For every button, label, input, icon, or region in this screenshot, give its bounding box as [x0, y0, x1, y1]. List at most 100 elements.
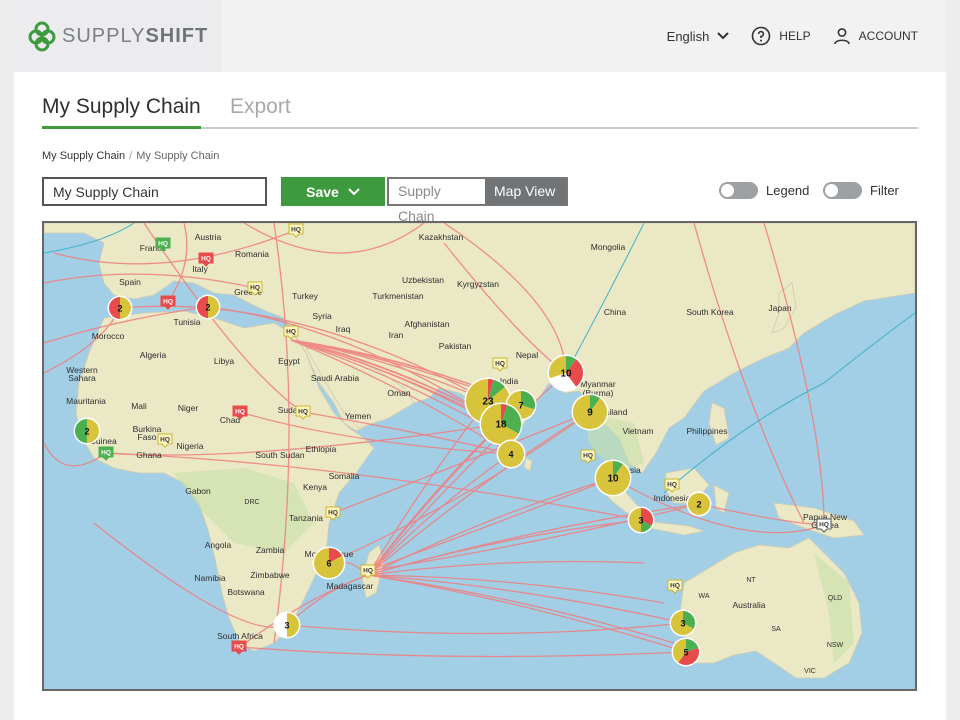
place-label: Sahara [68, 373, 96, 383]
supply-chain-map[interactable]: Kazakhstan Mongolia France Austria Romania It… [42, 221, 917, 691]
place-label: Tanzania [289, 513, 323, 523]
place-label: Spain [119, 277, 141, 287]
account-label: ACCOUNT [858, 29, 918, 43]
cluster-count: 6 [326, 559, 331, 569]
supplier-cluster[interactable]: 2 [107, 295, 133, 321]
place-label: Ghana [136, 450, 162, 460]
legend-toggle[interactable]: Legend [719, 182, 809, 199]
place-label: Austria [195, 232, 222, 242]
place-label: South Sudan [255, 450, 304, 460]
supplier-cluster[interactable]: 5 [671, 637, 701, 667]
legend-switch[interactable] [719, 182, 758, 199]
hq-marker-label: HQ [363, 568, 373, 575]
account-link[interactable]: ACCOUNT [833, 27, 918, 45]
supplier-cluster[interactable]: 10 [594, 459, 632, 497]
place-label: China [604, 307, 626, 317]
hq-marker-label: HQ [670, 583, 680, 590]
breadcrumb-current: My Supply Chain [136, 150, 220, 162]
place-label: Egypt [278, 356, 300, 366]
save-button-label: Save [306, 183, 339, 200]
supplier-cluster[interactable]: 3 [627, 506, 655, 534]
place-label: South Africa [217, 631, 263, 641]
chevron-down-icon [717, 32, 730, 40]
place-label: Turkey [292, 291, 318, 301]
help-circle-icon [751, 26, 771, 46]
supplier-cluster[interactable]: 6 [312, 546, 346, 580]
hq-marker-label: HQ [101, 450, 111, 457]
cluster-count: 7 [518, 401, 523, 411]
place-label: Oman [387, 388, 410, 398]
place-label: Faso [138, 432, 157, 442]
place-label: Madagascar [327, 581, 374, 591]
supplier-cluster[interactable]: 3 [273, 611, 301, 639]
place-label: Kenya [303, 482, 327, 492]
breadcrumb-root-link[interactable]: My Supply Chain [42, 150, 125, 162]
language-selector[interactable]: English [667, 29, 730, 44]
place-label: Tunisia [173, 317, 200, 327]
app-window: SUPPLYSHIFT English HELP ACCOUNT My Supp… [14, 0, 946, 720]
place-label: Nepal [516, 350, 538, 360]
hq-marker-label: HQ [291, 227, 301, 234]
help-label: HELP [779, 29, 811, 43]
place-label: Botswana [227, 587, 265, 597]
cluster-count: 2 [117, 304, 122, 314]
cluster-count: 3 [680, 619, 685, 629]
place-label: Syria [312, 311, 332, 321]
place-label: Zambia [256, 545, 285, 555]
place-label: Iraq [336, 324, 351, 334]
place-label: Indonesia [654, 493, 691, 503]
brand-logo[interactable]: SUPPLYSHIFT [14, 0, 222, 72]
place-label: Kyrgyzstan [457, 279, 499, 289]
save-button[interactable]: Save [281, 177, 385, 206]
chevron-down-icon [348, 187, 360, 195]
place-label: Yemen [345, 411, 371, 421]
map-canvas[interactable]: KazakhstanMongoliaFranceAustriaRomaniaIt… [44, 223, 915, 689]
filter-switch[interactable] [823, 182, 862, 199]
supplier-cluster[interactable]: 18 [479, 402, 523, 446]
tab-my-supply-chain[interactable]: My Supply Chain [42, 92, 201, 129]
filter-label: Filter [870, 183, 899, 198]
filter-switch-knob [825, 184, 838, 197]
place-label: DRC [244, 499, 259, 506]
hq-marker-label: HQ [495, 361, 505, 368]
cluster-count: 5 [683, 648, 688, 658]
place-label: Mongolia [591, 242, 626, 252]
supplier-cluster[interactable]: 9 [571, 393, 609, 431]
filter-toggle[interactable]: Filter [823, 182, 899, 199]
brand-name: SUPPLYSHIFT [62, 25, 208, 48]
place-label: NT [746, 577, 756, 584]
supplier-cluster[interactable]: 2 [686, 491, 712, 517]
place-label: Angola [205, 540, 232, 550]
supply-chain-name-input[interactable] [42, 177, 267, 206]
cluster-count: 2 [696, 500, 701, 510]
place-label: Mali [131, 401, 147, 411]
top-header: SUPPLYSHIFT English HELP ACCOUNT [14, 0, 946, 72]
map-view-button[interactable]: Map View [485, 179, 566, 204]
top-nav: English HELP ACCOUNT [667, 0, 918, 72]
breadcrumb-separator: / [129, 150, 133, 162]
supplier-cluster[interactable]: 10 [547, 354, 585, 392]
supplier-cluster[interactable]: 4 [496, 439, 526, 469]
place-label: Philippines [686, 426, 727, 436]
cluster-count: 2 [84, 427, 89, 437]
place-label: Nigeria [177, 441, 204, 451]
tab-export[interactable]: Export [230, 92, 291, 129]
place-label: Saudi Arabia [311, 373, 359, 383]
place-label: Romania [235, 249, 269, 259]
legend-switch-knob [721, 184, 734, 197]
supplier-cluster[interactable]: 2 [195, 294, 221, 320]
place-label: Vietnam [622, 426, 653, 436]
breadcrumb: My Supply Chain / My Supply Chain [42, 150, 219, 162]
cluster-count: 2 [205, 303, 210, 313]
legend-label: Legend [766, 183, 810, 198]
place-label: Morocco [92, 331, 125, 341]
cluster-count: 18 [495, 420, 507, 431]
help-link[interactable]: HELP [751, 26, 811, 46]
supply-chain-view-button[interactable]: Supply Chain [389, 179, 485, 224]
supplier-cluster[interactable]: 2 [73, 417, 101, 445]
place-label: Mauritania [66, 396, 106, 406]
place-label: Ethiopia [306, 444, 337, 454]
hq-marker-label: HQ [286, 329, 296, 336]
supplier-cluster[interactable]: 3 [669, 609, 697, 637]
place-label: Gabon [185, 486, 211, 496]
